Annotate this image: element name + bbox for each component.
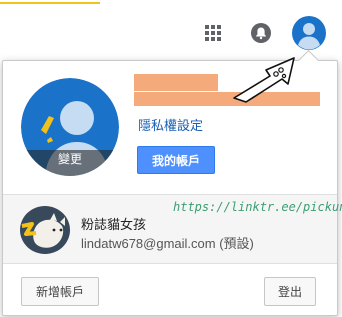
privacy-settings-link[interactable]: 隱私權設定 (138, 115, 203, 134)
cat-avatar-icon (20, 206, 70, 254)
redacted-name (134, 74, 218, 91)
change-photo-label[interactable]: 變更 (21, 150, 119, 176)
account-email: lindatw678@gmail.com (預設) (81, 236, 254, 251)
account-avatar (20, 206, 70, 254)
pointer-arrow-annotation (233, 57, 295, 103)
sign-out-button[interactable]: 登出 (264, 277, 316, 306)
bell-icon[interactable] (250, 22, 272, 44)
add-account-button[interactable]: 新增帳戶 (21, 277, 99, 306)
top-accent-line (0, 0, 100, 4)
account-name: 粉誌貓女孩 (81, 217, 147, 232)
apps-grid-icon[interactable] (204, 24, 222, 42)
my-account-button[interactable]: 我的帳戶 (137, 146, 215, 174)
account-avatar-icon[interactable] (292, 16, 326, 50)
watermark-url: https://linktr.ee/pickuna (173, 200, 342, 214)
